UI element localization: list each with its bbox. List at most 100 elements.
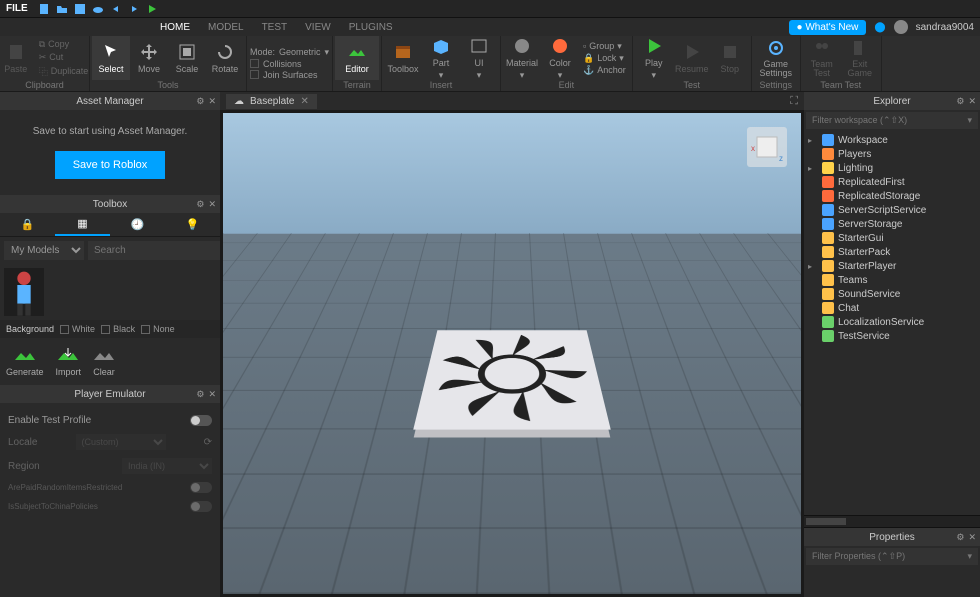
tree-node[interactable]: StarterGui bbox=[808, 231, 976, 245]
explorer-header[interactable]: Explorer⚙✕ bbox=[804, 92, 980, 110]
tab-plugins[interactable]: PLUGINS bbox=[349, 22, 393, 33]
color-button[interactable]: Color ▾ bbox=[541, 36, 579, 80]
tree-node[interactable]: ReplicatedStorage bbox=[808, 189, 976, 203]
team-test-button[interactable]: Team Test bbox=[803, 36, 841, 80]
scrollbar[interactable] bbox=[804, 515, 980, 527]
tree-node[interactable]: ReplicatedFirst bbox=[808, 175, 976, 189]
group-button[interactable]: ▫ Group ▾ bbox=[583, 41, 626, 52]
viewport-tab[interactable]: ☁Baseplate✕ bbox=[226, 94, 317, 109]
toolbox-tab-recent[interactable]: 🕘 bbox=[110, 213, 165, 236]
mode-select[interactable]: Mode: Geometric ▾ bbox=[250, 47, 329, 58]
close-icon[interactable]: ✕ bbox=[208, 96, 216, 107]
tree-node[interactable]: Players bbox=[808, 147, 976, 161]
cut-button[interactable]: ✂Cut bbox=[39, 52, 89, 63]
move-tool[interactable]: Move bbox=[130, 36, 168, 80]
exit-game-button[interactable]: Exit Game bbox=[841, 36, 879, 80]
redo-icon[interactable] bbox=[128, 3, 140, 15]
save-to-roblox-button[interactable]: Save to Roblox bbox=[55, 151, 166, 179]
ui-button[interactable]: UI ▾ bbox=[460, 36, 498, 80]
properties-filter[interactable]: Filter Properties (⌃⇧P)▾ bbox=[806, 548, 978, 565]
paste-button[interactable]: Paste bbox=[0, 36, 35, 80]
tree-node[interactable]: LocalizationService bbox=[808, 315, 976, 329]
locale-select[interactable]: (Custom) bbox=[76, 434, 166, 450]
new-icon[interactable] bbox=[38, 3, 50, 15]
file-menu[interactable]: FILE bbox=[6, 3, 28, 14]
scale-tool[interactable]: Scale bbox=[168, 36, 206, 80]
duplicate-button[interactable]: ⿻Duplicate bbox=[39, 65, 89, 78]
copy-button[interactable]: ⧉Copy bbox=[39, 39, 89, 50]
tab-home[interactable]: HOME bbox=[160, 22, 190, 33]
clear-button[interactable]: Clear bbox=[93, 346, 115, 377]
bg-none[interactable]: None bbox=[141, 324, 175, 334]
toolbox-search-input[interactable] bbox=[94, 245, 220, 256]
game-settings-button[interactable]: Game Settings bbox=[754, 36, 798, 80]
tree-node[interactable]: ▸StarterPlayer bbox=[808, 259, 976, 273]
maximize-icon[interactable]: ⛶ bbox=[790, 95, 798, 108]
close-icon[interactable]: ✕ bbox=[208, 199, 216, 210]
gear-icon[interactable]: ⚙ bbox=[196, 389, 204, 400]
part-button[interactable]: Part ▾ bbox=[422, 36, 460, 80]
gear-icon[interactable]: ⚙ bbox=[956, 96, 964, 107]
tree-node[interactable]: ServerStorage bbox=[808, 217, 976, 231]
join-check[interactable]: Join Surfaces bbox=[250, 70, 318, 80]
play-icon[interactable] bbox=[146, 3, 158, 15]
toolbox-tab-marketplace[interactable]: 🔒 bbox=[0, 213, 55, 236]
avatar-icon[interactable] bbox=[894, 20, 908, 34]
notification-icon[interactable]: ⬤ bbox=[874, 22, 885, 33]
tab-view[interactable]: VIEW bbox=[305, 22, 331, 33]
gear-icon[interactable]: ⚙ bbox=[196, 96, 204, 107]
tree-node[interactable]: StarterPack bbox=[808, 245, 976, 259]
baseplate-object[interactable]: /*noop*/ bbox=[413, 330, 611, 429]
policy1-toggle[interactable] bbox=[190, 482, 212, 493]
close-icon[interactable]: ✕ bbox=[968, 532, 976, 543]
stop-button[interactable]: Stop bbox=[711, 36, 749, 80]
tree-node[interactable]: ▸Workspace bbox=[808, 133, 976, 147]
enable-test-toggle[interactable] bbox=[190, 415, 212, 426]
tree-node[interactable]: Chat bbox=[808, 301, 976, 315]
properties-header[interactable]: Properties⚙✕ bbox=[804, 528, 980, 546]
gear-icon[interactable]: ⚙ bbox=[196, 199, 204, 210]
tree-node[interactable]: Teams bbox=[808, 273, 976, 287]
collisions-check[interactable]: Collisions bbox=[250, 59, 302, 69]
region-select[interactable]: India (IN) bbox=[122, 458, 212, 474]
lock-button[interactable]: 🔒 Lock ▾ bbox=[583, 53, 626, 64]
tree-node[interactable]: TestService bbox=[808, 329, 976, 343]
play-button[interactable]: Play ▾ bbox=[635, 36, 673, 80]
import-button[interactable]: Import bbox=[56, 346, 82, 377]
username[interactable]: sandraa9004 bbox=[916, 22, 974, 33]
toolbox-tab-inventory[interactable]: ▦ bbox=[55, 213, 110, 236]
cloud-icon[interactable] bbox=[92, 3, 104, 15]
open-icon[interactable] bbox=[56, 3, 68, 15]
bg-white[interactable]: White bbox=[60, 324, 95, 334]
generate-button[interactable]: Generate bbox=[6, 346, 44, 377]
close-icon[interactable]: ✕ bbox=[968, 96, 976, 107]
tab-test[interactable]: TEST bbox=[262, 22, 288, 33]
undo-icon[interactable] bbox=[110, 3, 122, 15]
tab-model[interactable]: MODEL bbox=[208, 22, 244, 33]
asset-manager-header[interactable]: Asset Manager⚙✕ bbox=[0, 92, 220, 110]
toolbox-category[interactable]: My Models bbox=[4, 241, 84, 260]
anchor-button[interactable]: ⚓ Anchor bbox=[583, 65, 626, 76]
toolbox-header[interactable]: Toolbox⚙✕ bbox=[0, 195, 220, 213]
save-icon[interactable] bbox=[74, 3, 86, 15]
toolbox-button[interactable]: Toolbox bbox=[384, 36, 422, 80]
tree-node[interactable]: ▸Lighting bbox=[808, 161, 976, 175]
emulator-header[interactable]: Player Emulator⚙✕ bbox=[0, 385, 220, 403]
editor-button[interactable]: Editor bbox=[335, 36, 379, 80]
material-button[interactable]: Material ▾ bbox=[503, 36, 541, 80]
toolbox-item[interactable] bbox=[4, 268, 44, 316]
policy2-toggle[interactable] bbox=[190, 501, 212, 512]
close-icon[interactable]: ✕ bbox=[300, 96, 308, 107]
resume-button[interactable]: Resume bbox=[673, 36, 711, 80]
tree-node[interactable]: ServerScriptService bbox=[808, 203, 976, 217]
whats-new-button[interactable]: ● What's New bbox=[789, 20, 867, 35]
bg-black[interactable]: Black bbox=[101, 324, 135, 334]
rotate-tool[interactable]: Rotate bbox=[206, 36, 244, 80]
axis-gizmo[interactable]: xz bbox=[747, 127, 787, 167]
select-tool[interactable]: Select bbox=[92, 36, 130, 80]
toolbox-tab-creations[interactable]: 💡 bbox=[165, 213, 220, 236]
close-icon[interactable]: ✕ bbox=[208, 389, 216, 400]
gear-icon[interactable]: ⚙ bbox=[956, 532, 964, 543]
explorer-filter[interactable]: Filter workspace (⌃⇧X)▾ bbox=[806, 112, 978, 129]
viewport[interactable]: /*noop*/ xz bbox=[223, 113, 801, 594]
